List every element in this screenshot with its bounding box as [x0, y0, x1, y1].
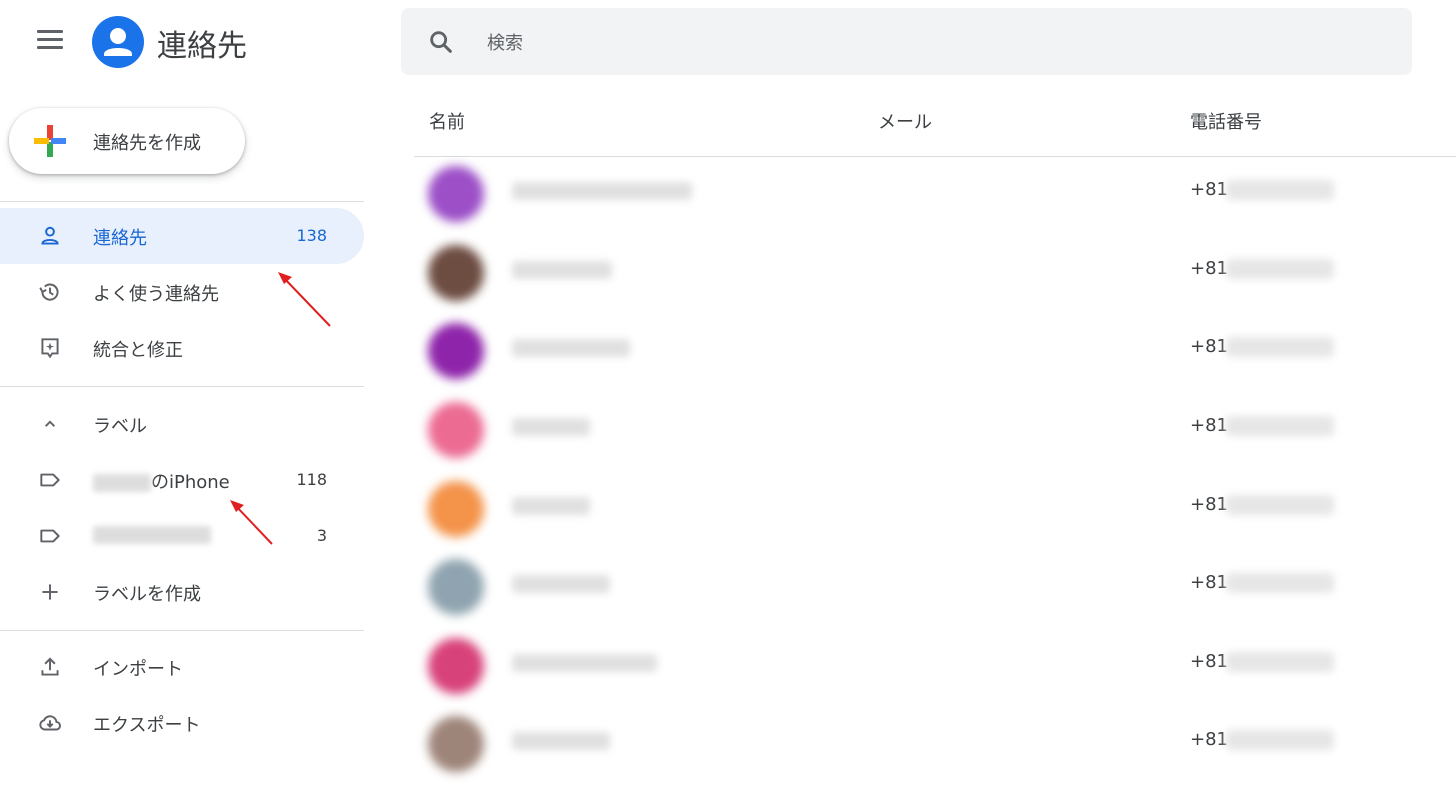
redacted-contact-name	[512, 418, 590, 436]
colorful-plus-icon	[34, 125, 66, 157]
redacted-phone	[1226, 495, 1334, 515]
avatar	[428, 481, 484, 537]
contact-row[interactable]: +81	[414, 239, 1456, 317]
redacted-contact-name	[512, 182, 692, 200]
sidebar-divider	[0, 201, 364, 202]
merge-fix-icon	[41, 338, 59, 359]
redacted-contact-name	[512, 261, 612, 279]
avatar	[428, 323, 484, 379]
contact-row[interactable]: +81	[414, 475, 1456, 553]
redacted-phone	[1226, 259, 1334, 279]
labels-header: ラベル	[93, 416, 147, 437]
create-contact-label: 連絡先を作成	[93, 133, 201, 154]
sidebar-item-label: ラベルを作成	[93, 584, 201, 605]
label-text: のiPhone	[151, 472, 230, 493]
upload-icon	[41, 657, 59, 676]
create-contact-button[interactable]: 連絡先を作成	[9, 108, 245, 174]
cloud-download-icon	[39, 715, 61, 731]
phone-prefix: +81	[1190, 179, 1228, 200]
sidebar-item-label: のiPhone	[93, 468, 230, 494]
sidebar-label-iphone[interactable]: のiPhone 118	[0, 452, 364, 508]
search-input[interactable]	[485, 28, 1089, 58]
sidebar-item-label: 連絡先	[93, 228, 147, 249]
contact-row[interactable]: +81	[414, 553, 1456, 631]
sidebar-item-contacts[interactable]: 連絡先 138	[0, 208, 364, 264]
label-count: 118	[296, 470, 327, 489]
redacted-contact-name	[512, 654, 657, 672]
annotation-arrow-iphone-label	[230, 500, 273, 545]
labels-section-toggle[interactable]: ラベル	[0, 396, 364, 452]
create-label-button[interactable]: ラベルを作成	[0, 564, 364, 620]
redacted-label	[93, 526, 211, 544]
sidebar-item-label	[93, 524, 211, 545]
sidebar-label-redacted[interactable]: 3	[0, 508, 364, 564]
phone-prefix: +81	[1190, 729, 1228, 750]
phone-prefix: +81	[1190, 572, 1228, 593]
avatar	[428, 638, 484, 694]
label-icon	[40, 529, 60, 543]
redacted-phone	[1226, 573, 1334, 593]
sidebar-item-label: 統合と修正	[93, 340, 183, 361]
redacted-phone	[1226, 180, 1334, 200]
redacted-phone	[1226, 416, 1334, 436]
phone-prefix: +81	[1190, 336, 1228, 357]
avatar	[428, 716, 484, 772]
contact-row[interactable]: +81	[414, 710, 1456, 788]
redacted-contact-name	[512, 575, 610, 593]
redacted-phone	[1226, 337, 1334, 357]
contact-row[interactable]: +81	[414, 160, 1456, 238]
column-header-phone: 電話番号	[1190, 112, 1262, 133]
app-title: 連絡先	[157, 29, 247, 64]
search-bar[interactable]	[401, 8, 1412, 75]
phone-prefix: +81	[1190, 258, 1228, 279]
label-icon	[40, 473, 60, 487]
main-menu-button[interactable]	[36, 30, 64, 54]
redacted-contact-name	[512, 732, 610, 750]
sidebar-item-import[interactable]: インポート	[0, 639, 364, 695]
sidebar-divider	[0, 386, 364, 387]
history-icon	[39, 283, 59, 301]
contact-row[interactable]: +81	[414, 396, 1456, 474]
sidebar-item-export[interactable]: エクスポート	[0, 695, 364, 751]
contacts-count: 138	[296, 226, 327, 245]
sidebar-item-label: インポート	[93, 659, 183, 680]
search-icon[interactable]	[427, 28, 455, 56]
sidebar-divider	[0, 630, 364, 631]
label-count: 3	[316, 526, 327, 545]
phone-prefix: +81	[1190, 415, 1228, 436]
contact-row[interactable]: +81	[414, 632, 1456, 710]
avatar	[428, 402, 484, 458]
avatar	[428, 245, 484, 301]
annotation-arrow-contacts	[278, 272, 331, 327]
phone-prefix: +81	[1190, 651, 1228, 672]
chevron-up-icon	[44, 420, 56, 427]
redacted-contact-name	[512, 339, 630, 357]
redacted-phone	[1226, 652, 1334, 672]
avatar	[428, 166, 484, 222]
person-icon	[41, 226, 59, 245]
header-divider	[414, 156, 1456, 157]
redacted-phone	[1226, 730, 1334, 750]
column-header-name: 名前	[429, 112, 465, 133]
avatar	[428, 559, 484, 615]
sidebar-item-label: よく使う連絡先	[93, 284, 219, 305]
sidebar-item-label: エクスポート	[93, 715, 201, 736]
redacted-contact-name	[512, 497, 590, 515]
column-header-email: メール	[878, 112, 932, 133]
redacted-name	[93, 474, 151, 492]
contacts-logo-icon	[92, 16, 144, 68]
contact-row[interactable]: +81	[414, 317, 1456, 395]
phone-prefix: +81	[1190, 494, 1228, 515]
plus-icon	[42, 584, 58, 600]
